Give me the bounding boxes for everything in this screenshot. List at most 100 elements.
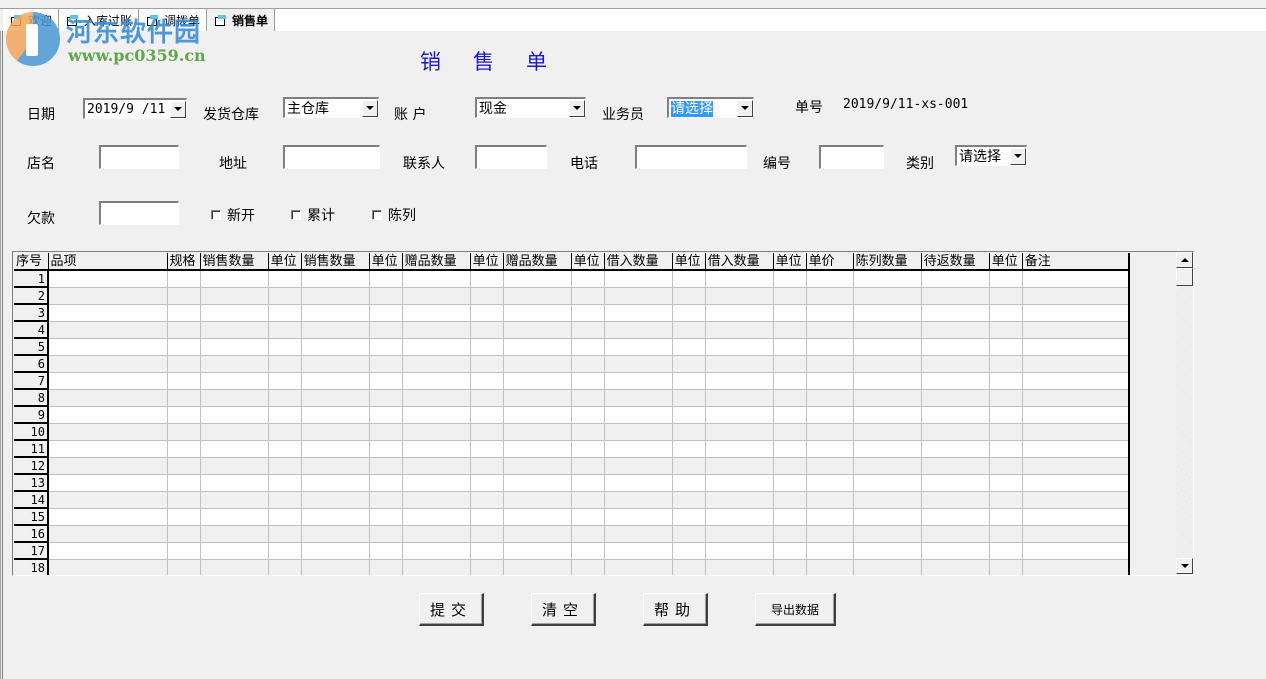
grid-cell[interactable] (268, 491, 302, 509)
grid-cell[interactable] (1022, 559, 1128, 575)
grid-cell[interactable] (604, 525, 673, 543)
column-header[interactable]: 单位 (672, 253, 706, 271)
grid-cell[interactable] (1022, 321, 1128, 339)
grid-cell[interactable] (268, 321, 302, 339)
grid-cell[interactable] (806, 491, 854, 509)
grid-cell[interactable] (48, 304, 168, 322)
table-row[interactable]: 18 (14, 559, 1128, 575)
grid-cell[interactable] (268, 423, 302, 441)
grid-cell[interactable] (470, 559, 504, 575)
grid-cell[interactable] (604, 321, 673, 339)
grid-cell[interactable] (470, 321, 504, 339)
grid-cell[interactable] (853, 389, 922, 407)
grid-cell[interactable] (301, 508, 370, 526)
grid-cell[interactable] (773, 474, 807, 492)
grid-cell[interactable] (402, 457, 471, 475)
grid-cell[interactable] (402, 287, 471, 305)
dropdown-arrow-icon[interactable] (362, 99, 378, 117)
grid-cell[interactable] (503, 389, 572, 407)
grid-cell[interactable] (571, 440, 605, 458)
grid-cell[interactable] (672, 270, 706, 288)
grid-cell[interactable] (705, 525, 774, 543)
grid-cell[interactable] (369, 559, 403, 575)
grid-cell[interactable] (200, 457, 269, 475)
grid-cell[interactable] (773, 287, 807, 305)
grid-cell[interactable] (921, 389, 990, 407)
grid-cell[interactable] (369, 389, 403, 407)
grid-cell[interactable] (167, 423, 201, 441)
grid-cell[interactable] (604, 559, 673, 575)
dropdown-arrow-icon[interactable] (1010, 147, 1026, 165)
grid-cell[interactable] (989, 355, 1023, 373)
grid-cell[interactable] (571, 355, 605, 373)
grid-cell[interactable] (48, 389, 168, 407)
grid-cell[interactable] (806, 542, 854, 560)
grid-cell[interactable] (470, 406, 504, 424)
grid-cell[interactable] (989, 372, 1023, 390)
column-header[interactable]: 单价 (806, 253, 854, 271)
grid-cell[interactable] (921, 525, 990, 543)
grid-cell[interactable] (200, 559, 269, 575)
phone-input[interactable] (635, 145, 747, 169)
grid-cell[interactable] (200, 304, 269, 322)
grid-cell[interactable] (989, 423, 1023, 441)
grid-cell[interactable] (989, 508, 1023, 526)
grid-cell[interactable] (571, 423, 605, 441)
grid-cell[interactable] (48, 491, 168, 509)
grid-cell[interactable] (773, 440, 807, 458)
grid-cell[interactable] (268, 457, 302, 475)
grid-cell[interactable] (200, 474, 269, 492)
grid-cell[interactable] (402, 372, 471, 390)
column-header[interactable]: 单位 (989, 253, 1023, 271)
grid-cell[interactable] (268, 406, 302, 424)
grid-cell[interactable] (604, 423, 673, 441)
grid-cell[interactable] (806, 287, 854, 305)
grid-cell[interactable] (705, 270, 774, 288)
grid-cell[interactable] (989, 457, 1023, 475)
grid-cell[interactable] (301, 542, 370, 560)
grid-cell[interactable] (402, 491, 471, 509)
grid-cell[interactable] (268, 287, 302, 305)
column-header[interactable]: 待返数量 (921, 253, 990, 271)
grid-cell[interactable] (806, 321, 854, 339)
column-header[interactable]: 销售数量 (200, 253, 269, 271)
grid-cell[interactable] (1022, 491, 1128, 509)
grid-cell[interactable] (268, 474, 302, 492)
grid-cell[interactable] (989, 287, 1023, 305)
grid-cell[interactable] (705, 423, 774, 441)
table-row[interactable]: 13 (14, 474, 1128, 492)
tab-welcome[interactable]: 欢迎 (3, 9, 60, 31)
grid-cell[interactable] (503, 321, 572, 339)
grid-cell[interactable] (571, 304, 605, 322)
grid-cell[interactable] (604, 372, 673, 390)
grid-cell[interactable] (301, 559, 370, 575)
grid-cell[interactable] (773, 338, 807, 356)
grid-cell[interactable] (503, 406, 572, 424)
grid-cell[interactable] (200, 542, 269, 560)
grid-cell[interactable] (48, 474, 168, 492)
grid-cell[interactable] (268, 440, 302, 458)
column-header[interactable]: 陈列数量 (853, 253, 922, 271)
grid-cell[interactable] (402, 525, 471, 543)
grid-cell[interactable] (773, 389, 807, 407)
column-header[interactable]: 赠品数量 (402, 253, 471, 271)
vertical-scrollbar[interactable] (1176, 252, 1193, 575)
grid-cell[interactable] (402, 406, 471, 424)
grid-cell[interactable] (604, 338, 673, 356)
grid-cell[interactable] (503, 457, 572, 475)
grid-cell[interactable] (604, 474, 673, 492)
grid-cell[interactable] (571, 525, 605, 543)
grid-cell[interactable] (705, 474, 774, 492)
grid-cell[interactable] (1022, 270, 1128, 288)
grid-cell[interactable] (167, 474, 201, 492)
grid-cell[interactable] (705, 440, 774, 458)
grid-cell[interactable] (301, 389, 370, 407)
grid-cell[interactable] (48, 372, 168, 390)
grid-cell[interactable] (989, 559, 1023, 575)
grid-cell[interactable] (705, 508, 774, 526)
column-header[interactable]: 销售数量 (301, 253, 370, 271)
grid-cell[interactable] (853, 304, 922, 322)
grid-cell[interactable] (167, 355, 201, 373)
tab-stock-in-posting[interactable]: 入库过账 (59, 9, 140, 31)
grid-cell[interactable] (672, 474, 706, 492)
